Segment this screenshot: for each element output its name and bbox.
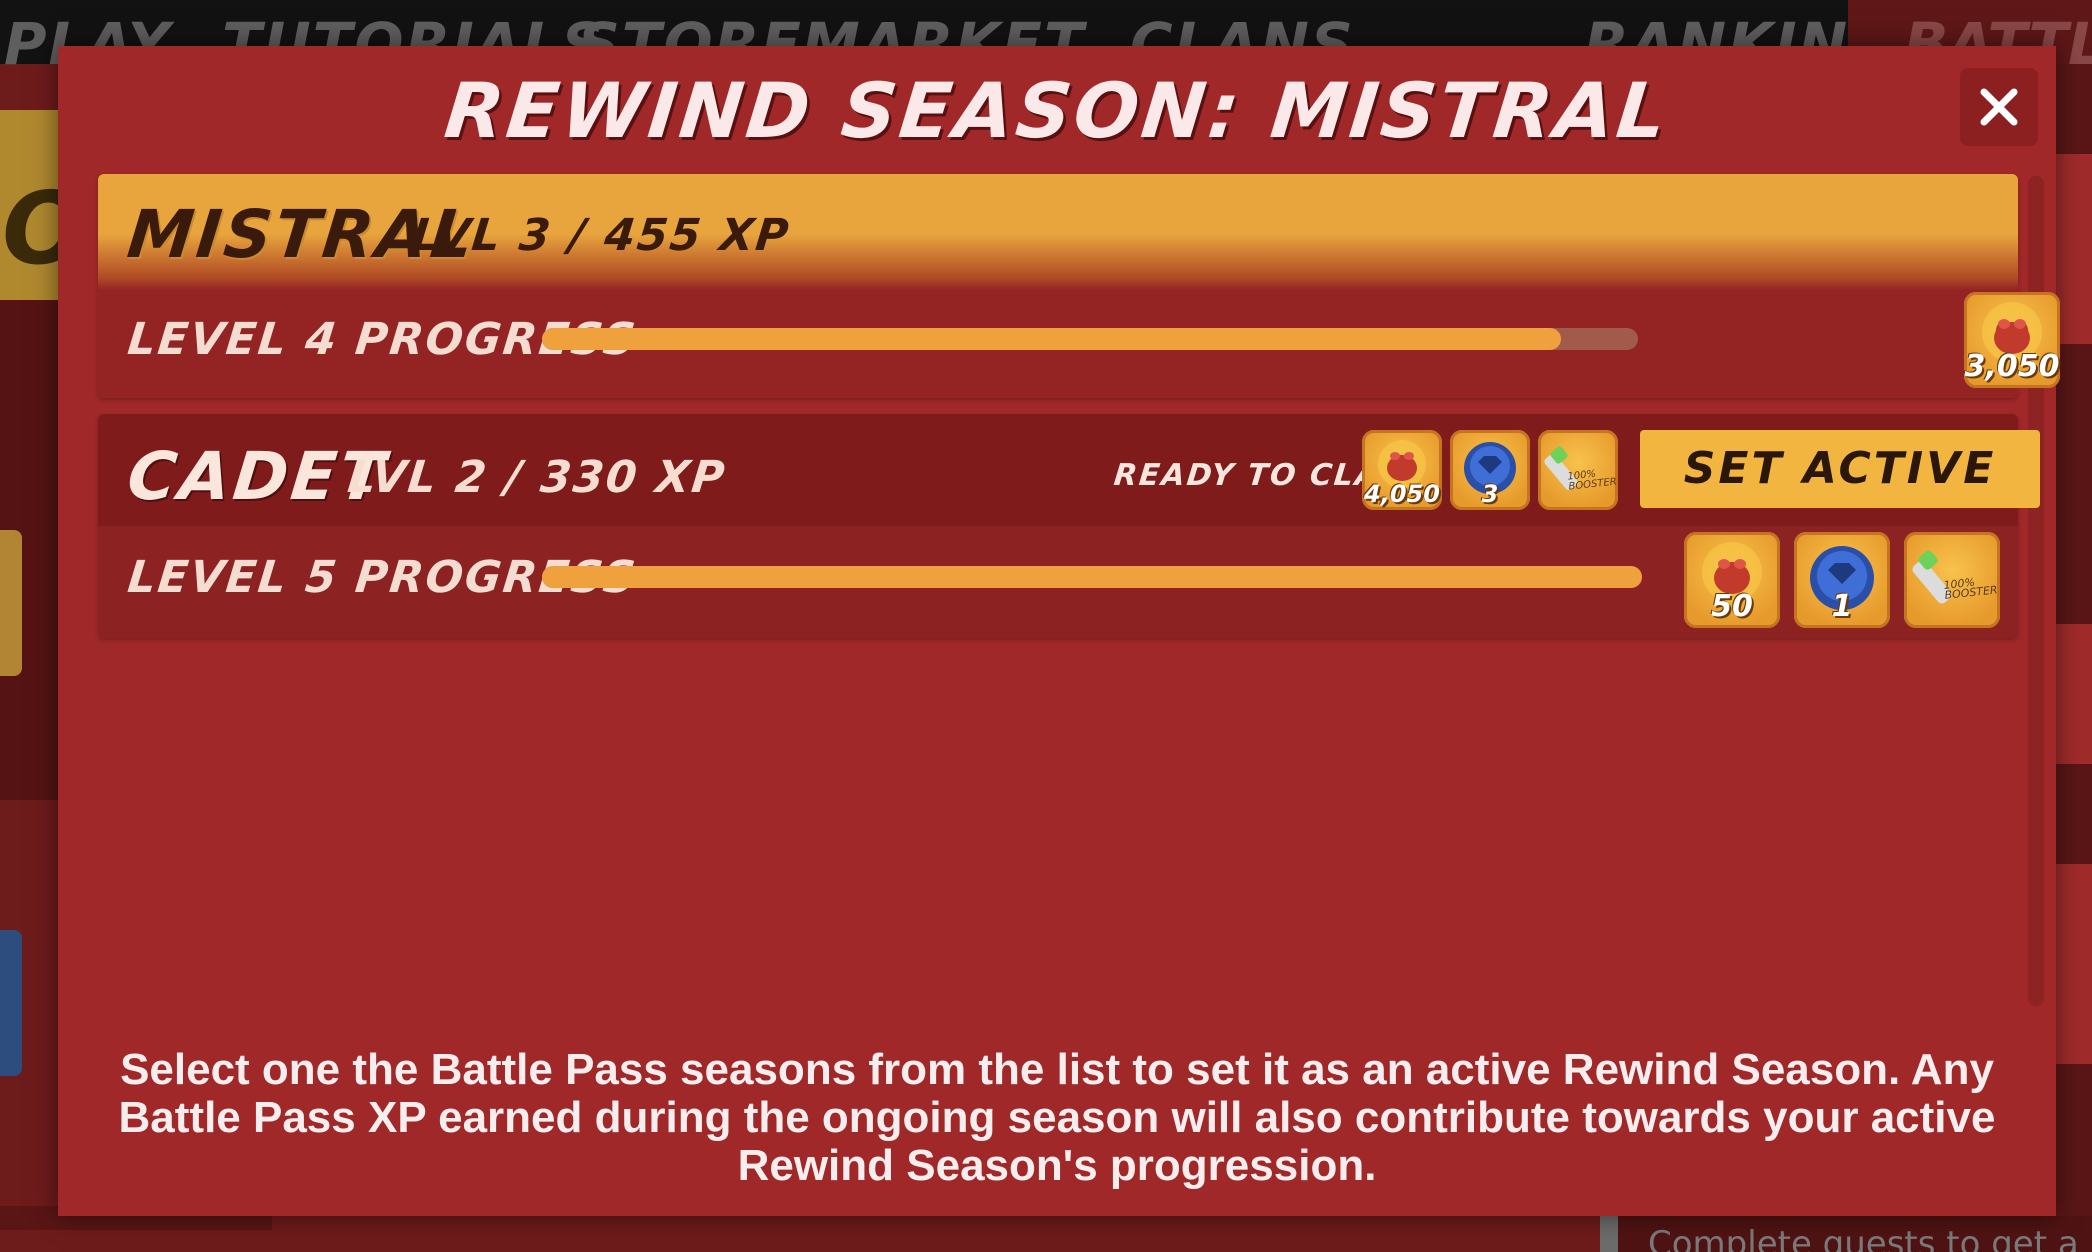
close-icon	[1980, 88, 2018, 126]
season-level: LVL 3 / 455 XP	[409, 210, 793, 261]
background-left-panel: O	[0, 110, 87, 300]
reward-tile-booster[interactable]: 100% BOOSTER	[1904, 532, 2000, 628]
reward-tile-coins[interactable]: 3,050	[1964, 292, 2060, 388]
progress-fill	[542, 566, 1642, 588]
reward-quantity: 3	[1481, 480, 1499, 508]
progress-fill	[542, 328, 1562, 350]
ready-reward-coins[interactable]: 4,050	[1362, 430, 1442, 510]
reward-quantity: 4,050	[1364, 480, 1440, 508]
background-right-column	[2056, 64, 2092, 1252]
season-row-mistral[interactable]: MISTRAL LVL 3 / 455 XP LEVEL 4 PROGRESS …	[98, 174, 2060, 398]
background-footer-text: Complete quests to get a	[1648, 1224, 2079, 1252]
reward-quantity: 1	[1831, 589, 1853, 624]
background-footer: Complete quests to get a	[1600, 1216, 2092, 1252]
reward-quantity: 3,050	[1964, 349, 2060, 384]
reward-tile-gems[interactable]: 1	[1794, 532, 1890, 628]
background-left-tab	[0, 530, 22, 676]
ready-reward-gems[interactable]: 3	[1450, 430, 1530, 510]
description-text: Select one the Battle Pass seasons from …	[118, 1045, 1996, 1190]
background-left-tab	[0, 930, 22, 1076]
close-button[interactable]	[1960, 68, 2038, 146]
season-level: LVL 2 / 330 XP	[345, 452, 729, 503]
progress-bar	[542, 328, 1638, 350]
progress-bar	[542, 566, 1642, 588]
ready-reward-booster[interactable]: 100% BOOSTER	[1538, 430, 1618, 510]
set-active-button[interactable]: SET ACTIVE	[1640, 430, 2040, 508]
reward-tile-coins[interactable]: 50	[1684, 532, 1780, 628]
reward-quantity: 50	[1711, 589, 1753, 624]
rewind-season-modal: REWIND SEASON: MISTRAL MISTRAL LVL 3 / 4…	[58, 46, 2060, 1216]
modal-title: REWIND SEASON: MISTRAL	[440, 66, 1674, 155]
season-row-cadet[interactable]: CADET LVL 2 / 330 XP READY TO CLAIM: 4,0…	[98, 414, 2040, 638]
